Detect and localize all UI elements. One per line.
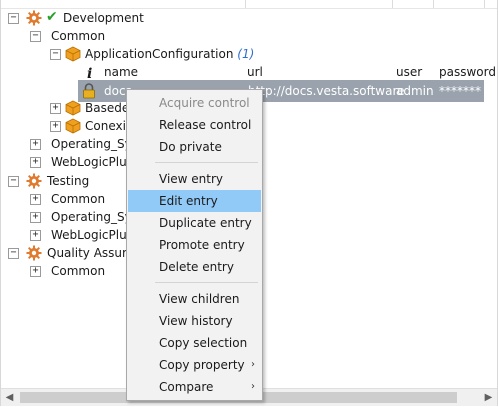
submenu-arrow-icon: › [251,381,255,392]
submenu-arrow-icon: › [251,359,255,370]
collapse-toggle[interactable]: − [50,49,61,60]
menu-item-view-entry[interactable]: View entry [128,168,261,190]
check-icon: ✔ [46,9,58,25]
node-label: Common [51,264,106,278]
menu-item-edit-entry[interactable]: Edit entry [128,190,261,212]
expand-toggle[interactable]: + [30,266,41,277]
menu-item-duplicate-entry[interactable]: Duplicate entry [128,212,261,234]
expand-toggle[interactable]: + [30,230,41,241]
menu-item-label: Copy property [159,358,245,372]
menu-separator [155,282,258,283]
collapse-toggle[interactable]: − [30,31,41,42]
menu-item-copy-selection[interactable]: Copy selection [128,332,261,354]
menu-item-label: Compare [159,380,214,394]
menu-separator [155,162,258,163]
collapse-toggle[interactable]: − [8,248,19,259]
gear-icon [26,173,42,189]
expand-toggle[interactable]: + [30,194,41,205]
box-icon [65,100,81,116]
expand-toggle[interactable]: + [50,103,61,114]
menu-item-copy-property[interactable]: Copy property › [128,354,261,376]
collapse-toggle[interactable]: − [8,176,19,187]
node-label: ApplicationConfiguration [85,47,234,61]
scroll-right-icon[interactable]: ▶ [480,389,497,406]
collapse-toggle[interactable]: − [8,13,19,24]
scroll-left-icon[interactable]: ◀ [1,389,18,406]
box-icon [65,118,81,134]
box-icon [65,46,81,62]
context-menu: Acquire control Release control Do priva… [126,89,263,401]
gear-icon [26,245,42,261]
menu-item-view-children[interactable]: View children [128,288,261,310]
menu-item-delete-entry[interactable]: Delete entry [128,256,261,278]
entry-count: (1) [237,47,255,61]
expand-toggle[interactable]: + [30,139,41,150]
menu-item-promote-entry[interactable]: Promote entry [128,234,261,256]
gear-icon [26,10,42,26]
menu-item-do-private[interactable]: Do private [128,136,261,158]
menu-item-release-control[interactable]: Release control [128,114,261,136]
menu-item-view-history[interactable]: View history [128,310,261,332]
expand-toggle[interactable]: + [30,212,41,223]
menu-item-compare[interactable]: Compare › [128,376,261,398]
expand-toggle[interactable]: + [50,121,61,132]
menu-item-acquire-control: Acquire control [159,96,250,110]
expand-toggle[interactable]: + [30,157,41,168]
